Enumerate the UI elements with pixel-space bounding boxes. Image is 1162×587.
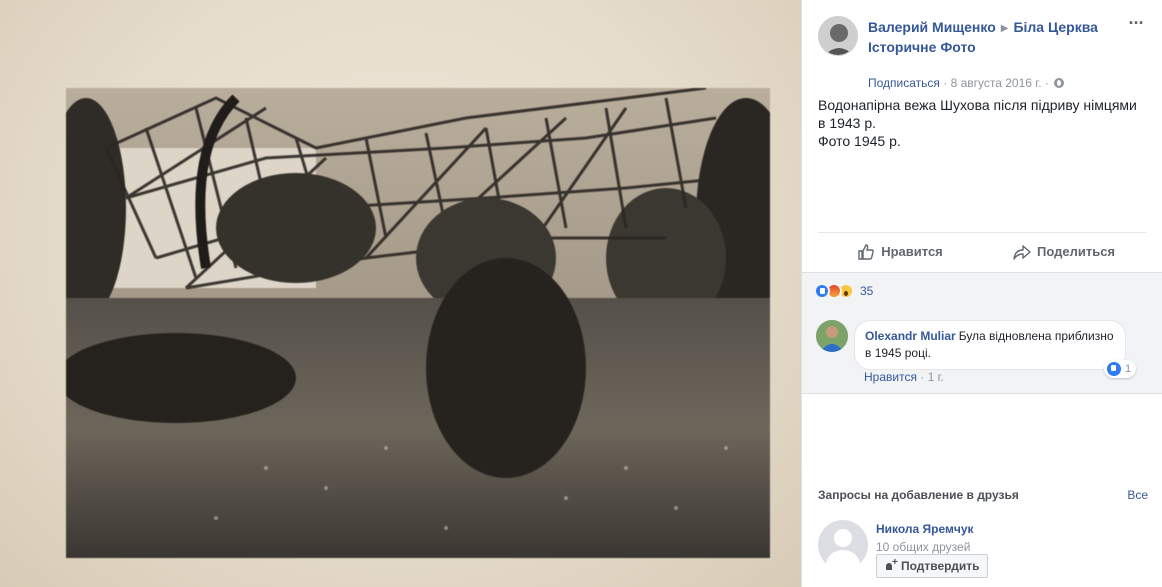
like-label: Нравится bbox=[881, 244, 943, 259]
comment-like-link[interactable]: Нравится bbox=[864, 370, 917, 384]
comment-bubble: Olexandr Muliar Була відновлена приблизно… bbox=[854, 320, 1126, 370]
comment-author-link[interactable]: Olexandr Muliar bbox=[865, 329, 956, 343]
default-avatar-body bbox=[826, 550, 860, 570]
add-friend-icon bbox=[885, 557, 898, 572]
like-icon bbox=[1107, 362, 1121, 376]
comment-like-number: 1 bbox=[1125, 363, 1132, 375]
share-arrow-icon bbox=[1013, 244, 1031, 260]
reactions-summary[interactable]: 35 bbox=[814, 283, 873, 299]
subscribe-link[interactable]: Подписаться bbox=[868, 76, 940, 90]
like-button[interactable]: Нравится bbox=[818, 233, 982, 270]
globe-icon[interactable] bbox=[1054, 78, 1065, 88]
meta-separator: · bbox=[1044, 76, 1049, 90]
post-text: Водонапірна вежа Шухова після підриву ні… bbox=[818, 96, 1148, 150]
friend-avatar[interactable] bbox=[818, 520, 868, 570]
confirm-label: Подтвердить bbox=[901, 559, 980, 573]
post-meta: Подписаться · 8 августа 2016 г. · bbox=[868, 76, 1065, 90]
author-avatar-image bbox=[819, 17, 857, 55]
friend-name-link[interactable]: Никола Яремчук bbox=[876, 522, 974, 536]
comments-section: 35 Olexandr Muliar Була відновлена прибли… bbox=[802, 272, 1162, 394]
meta-separator: · bbox=[943, 76, 948, 90]
mutual-friends[interactable]: 10 общих друзей bbox=[876, 540, 970, 554]
photo-viewer[interactable] bbox=[0, 0, 801, 587]
like-icon bbox=[814, 283, 830, 299]
reactions-count[interactable]: 35 bbox=[860, 284, 873, 298]
thumbs-up-icon bbox=[858, 243, 875, 260]
author-avatar[interactable] bbox=[818, 16, 858, 56]
friend-request-item: Никола Яремчук 10 общих друзей Подтверди… bbox=[818, 520, 1148, 580]
see-all-link[interactable]: Все bbox=[1127, 488, 1148, 502]
share-label: Поделиться bbox=[1036, 244, 1116, 259]
tower-ruins-photo bbox=[66, 88, 770, 558]
post-photo[interactable] bbox=[66, 88, 770, 558]
author-name-link[interactable]: Валерий Мищенко bbox=[868, 19, 996, 35]
friend-requests: Запросы на добавление в друзья Все Никол… bbox=[818, 488, 1148, 578]
share-button[interactable]: Поделиться bbox=[982, 233, 1146, 270]
post-text-line: Водонапірна вежа Шухова після підриву ні… bbox=[818, 97, 1137, 131]
ellipsis-icon[interactable]: ··· bbox=[1124, 14, 1148, 36]
comment-age[interactable]: 1 г. bbox=[928, 370, 944, 384]
post-sidebar: Валерий Мищенко ▶ Біла Церква Історичне Фо… bbox=[801, 0, 1162, 587]
commenter-avatar[interactable] bbox=[816, 320, 848, 352]
post-header: Валерий Мищенко ▶ Біла Церква Історичне Фо… bbox=[818, 14, 1148, 90]
post-title: Валерий Мищенко ▶ Біла Церква Історичне Фо… bbox=[868, 18, 1124, 57]
group-name-line1: Біла Церква bbox=[1013, 19, 1098, 35]
comment: Olexandr Muliar Була відновлена приблизно… bbox=[816, 320, 1156, 392]
commenter-avatar-image bbox=[816, 320, 848, 352]
group-name-line2: Історичне Фото bbox=[868, 39, 976, 55]
post-actions: Нравится Поделиться bbox=[818, 232, 1146, 270]
meta-separator: · bbox=[920, 370, 925, 384]
default-avatar-head bbox=[834, 529, 852, 547]
comment-meta: Нравится · 1 г. bbox=[864, 370, 944, 384]
post-date-link[interactable]: 8 августа 2016 г. bbox=[951, 76, 1042, 90]
triangle-right-icon: ▶ bbox=[1000, 23, 1009, 34]
friend-requests-title: Запросы на добавление в друзья bbox=[818, 488, 1019, 502]
comment-like-count[interactable]: 1 bbox=[1104, 360, 1137, 378]
post-text-line: Фото 1945 р. bbox=[818, 133, 901, 149]
confirm-button[interactable]: Подтвердить bbox=[876, 554, 989, 578]
